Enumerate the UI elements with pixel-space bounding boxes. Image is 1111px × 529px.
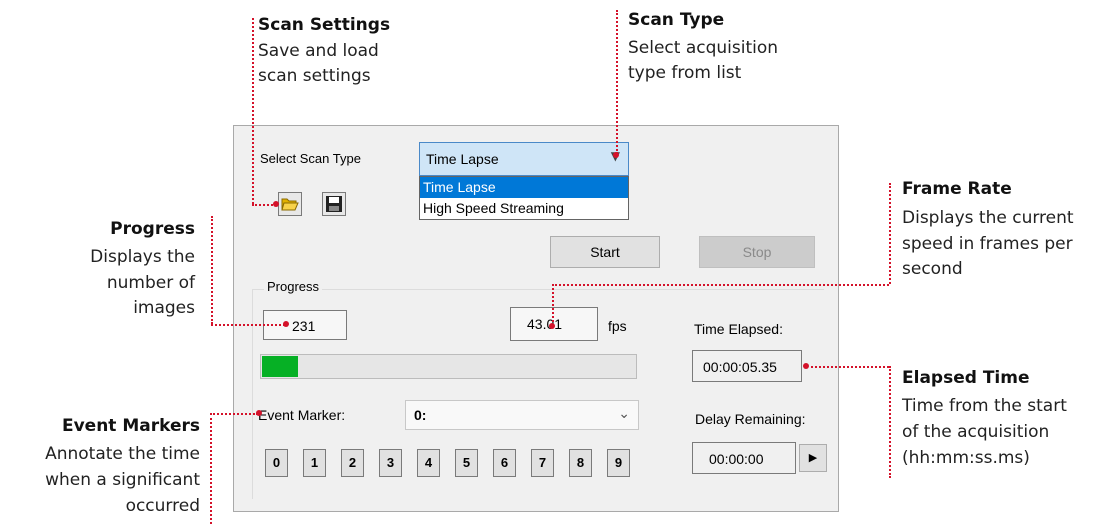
scan-type-option-time-lapse[interactable]: Time Lapse xyxy=(420,177,628,198)
annotation-progress-line-1: Displays the xyxy=(90,247,195,267)
annotation-event-markers-line-2: when a significant xyxy=(45,470,200,490)
select-scan-type-label: Select Scan Type xyxy=(260,151,361,166)
event-marker-button-6[interactable]: 6 xyxy=(493,449,516,477)
fps-unit-label: fps xyxy=(608,318,627,334)
leader-frame-rate-vertical xyxy=(889,183,891,284)
delay-remaining-field: 00:00:00 xyxy=(692,442,796,474)
annotation-event-markers-line-1: Annotate the time xyxy=(45,444,200,464)
event-marker-button-7[interactable]: 7 xyxy=(531,449,554,477)
event-marker-label: Event Marker: xyxy=(258,407,346,423)
annotation-scan-settings-line-1: Save and load xyxy=(258,41,379,61)
leader-scan-settings-dot xyxy=(273,201,279,207)
leader-frame-rate-drop xyxy=(552,284,554,326)
folder-open-icon xyxy=(281,198,299,211)
progress-bar xyxy=(260,354,637,379)
delay-play-button[interactable]: ▶ xyxy=(799,444,827,472)
delay-remaining-label: Delay Remaining: xyxy=(695,411,806,427)
annotation-elapsed-time-line-3: (hh:mm:ss.ms) xyxy=(902,448,1030,468)
delay-remaining-value: 00:00:00 xyxy=(709,451,764,467)
annotation-elapsed-time-line-2: of the acquisition xyxy=(902,422,1050,442)
event-marker-button-8[interactable]: 8 xyxy=(569,449,592,477)
event-marker-button-5[interactable]: 5 xyxy=(455,449,478,477)
event-marker-button-2[interactable]: 2 xyxy=(341,449,364,477)
event-marker-button-9[interactable]: 9 xyxy=(607,449,630,477)
leader-scan-settings-vertical xyxy=(252,18,254,204)
leader-scan-type-dot xyxy=(613,152,619,158)
annotation-scan-type-line-1: Select acquisition xyxy=(628,38,779,58)
leader-progress-horizontal xyxy=(211,324,285,326)
time-elapsed-label: Time Elapsed: xyxy=(694,321,783,337)
progress-count-value: 231 xyxy=(292,318,316,334)
annotation-frame-rate-title: Frame Rate xyxy=(902,179,1012,199)
annotation-progress-line-2: number of xyxy=(106,273,195,293)
event-marker-button-1[interactable]: 1 xyxy=(303,449,326,477)
annotation-frame-rate-line-2: speed in frames per xyxy=(902,234,1073,254)
annotation-progress-line-3: images xyxy=(133,298,195,318)
annotation-frame-rate-line-3: second xyxy=(902,259,963,279)
leader-frame-rate-horizontal xyxy=(552,284,889,286)
save-disk-icon xyxy=(326,196,342,212)
leader-progress-vertical xyxy=(211,216,213,324)
progress-group-label: Progress xyxy=(264,279,323,294)
load-settings-button[interactable] xyxy=(278,192,302,216)
save-settings-button[interactable] xyxy=(322,192,346,216)
scan-type-dropdown[interactable]: Time Lapse ▼ xyxy=(419,142,629,176)
leader-elapsed-time-vertical xyxy=(889,366,891,478)
annotation-scan-type-title: Scan Type xyxy=(628,10,725,30)
fps-value: 43.01 xyxy=(527,316,563,332)
event-marker-button-3[interactable]: 3 xyxy=(379,449,402,477)
chevron-down-icon: ⌄ xyxy=(618,405,630,421)
annotation-elapsed-time-title: Elapsed Time xyxy=(902,368,1030,388)
annotation-elapsed-time-line-1: Time from the start xyxy=(902,396,1067,416)
scan-type-selected: Time Lapse xyxy=(426,151,499,167)
annotation-scan-type-line-2: type from list xyxy=(628,63,742,83)
scan-type-option-high-speed-streaming[interactable]: High Speed Streaming xyxy=(420,198,628,219)
play-arrow-icon: ▶ xyxy=(808,452,818,464)
annotation-scan-settings-line-2: scan settings xyxy=(258,66,371,86)
leader-frame-rate-dot xyxy=(549,323,555,329)
leader-elapsed-time-dot xyxy=(803,363,809,369)
leader-scan-type-vertical xyxy=(616,10,618,154)
event-marker-button-4[interactable]: 4 xyxy=(417,449,440,477)
event-marker-dropdown[interactable]: 0: ⌄ xyxy=(405,400,639,430)
annotation-event-markers-title: Event Markers xyxy=(61,416,200,436)
leader-elapsed-time-horizontal xyxy=(806,366,889,368)
annotation-scan-settings-title: Scan Settings xyxy=(258,15,391,35)
scan-type-options: Time Lapse High Speed Streaming xyxy=(419,176,629,220)
event-marker-value: 0: xyxy=(414,407,427,423)
annotation-progress-title: Progress xyxy=(110,219,195,239)
stop-button[interactable]: Stop xyxy=(699,236,815,268)
leader-event-markers-vertical xyxy=(210,413,212,524)
time-elapsed-value: 00:00:05.35 xyxy=(703,359,777,375)
time-elapsed-field: 00:00:05.35 xyxy=(692,350,802,382)
event-marker-button-0[interactable]: 0 xyxy=(265,449,288,477)
leader-progress-dot xyxy=(283,321,289,327)
progress-bar-fill xyxy=(262,356,298,377)
leader-event-markers-dot xyxy=(256,410,262,416)
start-button[interactable]: Start xyxy=(550,236,660,268)
annotation-event-markers-line-3: occurred xyxy=(125,496,200,516)
leader-event-markers-horizontal xyxy=(210,413,258,415)
annotation-frame-rate-line-1: Displays the current xyxy=(902,208,1074,228)
